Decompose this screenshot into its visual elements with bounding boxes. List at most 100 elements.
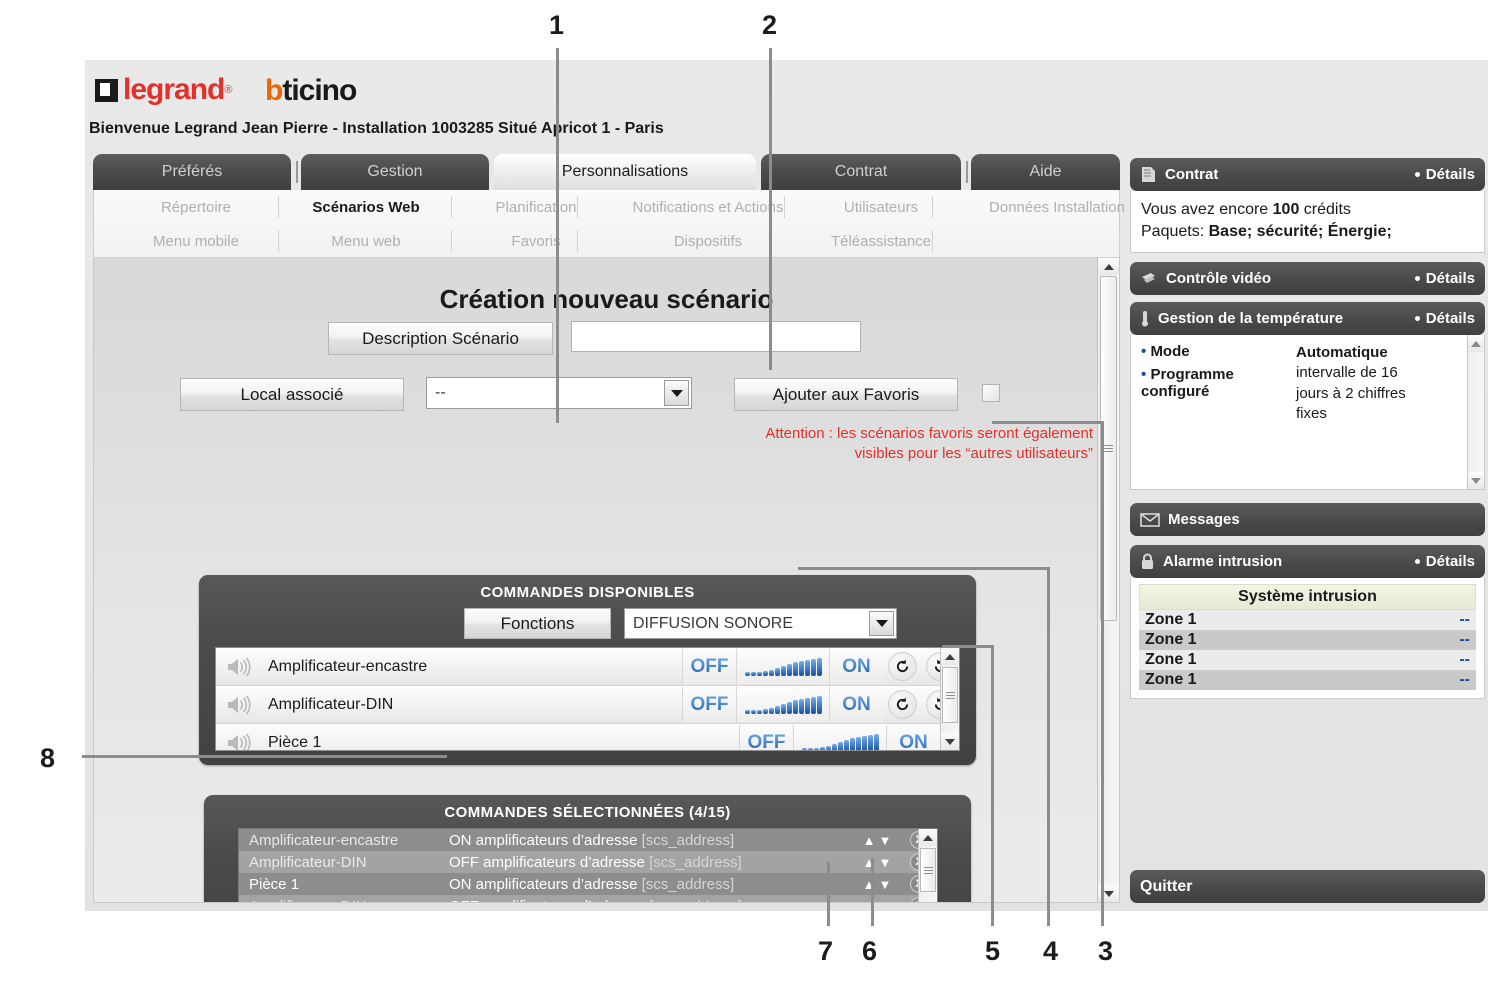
- available-command-row[interactable]: Pièce 1 OFF ON: [216, 724, 959, 751]
- quitter-button[interactable]: Quitter: [1130, 870, 1485, 903]
- temperature-details-link[interactable]: Détails: [1414, 310, 1475, 327]
- panel-body-temperature: • Mode • Programme configuré Automatique…: [1130, 335, 1485, 490]
- function-type-select[interactable]: DIFFUSION SONORE: [624, 608, 897, 639]
- tab-preferes[interactable]: Préférés: [93, 154, 291, 190]
- panel-body-alarme-intrusion: Système intrusion Zone 1 -- Zone 1 -- Zone…: [1130, 578, 1485, 699]
- subtab-teleassistance[interactable]: Téléassistance: [790, 224, 972, 258]
- tab-contrat[interactable]: Contrat: [761, 154, 961, 190]
- page-title: Création nouveau scénario: [439, 284, 774, 314]
- command-off-button[interactable]: OFF: [682, 687, 736, 722]
- command-name: Amplificateur-DIN: [268, 695, 394, 713]
- tab-aide[interactable]: Aide: [971, 154, 1120, 190]
- tab-gestion[interactable]: Gestion: [301, 154, 489, 190]
- selected-list-scrollbar[interactable]: [918, 829, 937, 902]
- legrand-wordmark: legrand: [123, 73, 225, 106]
- annotation-leader-4-h: [798, 567, 1050, 570]
- subtab-separator-1: [278, 196, 279, 218]
- favoris-checkbox[interactable]: [982, 384, 1000, 402]
- rotate-ccw-icon: [887, 652, 917, 681]
- credits-count: 100: [1272, 201, 1300, 218]
- zone-name: Zone 1: [1145, 651, 1197, 668]
- subtab-repertoire[interactable]: Répertoire: [116, 190, 276, 224]
- temperature-values: • Mode • Programme configuré Automatique…: [1141, 343, 1456, 422]
- credits-suffix: crédits: [1299, 201, 1351, 218]
- scroll-down-arrow-icon[interactable]: [1468, 472, 1484, 489]
- command-off-button[interactable]: OFF: [682, 649, 736, 684]
- selected-command-row[interactable]: Amplificateur-DIN OFF amplificateurs d’a…: [239, 851, 937, 873]
- panel-header-messages[interactable]: Messages: [1130, 503, 1485, 536]
- subtab-menu-mobile[interactable]: Menu mobile: [116, 224, 276, 258]
- reorder-arrows[interactable]: ▲▼: [853, 877, 901, 892]
- speaker-icon: [216, 687, 260, 722]
- available-command-row[interactable]: Amplificateur-encastre OFF ON: [216, 648, 959, 686]
- scroll-up-arrow-icon[interactable]: [919, 829, 937, 846]
- subtab-menu-web[interactable]: Menu web: [284, 224, 448, 258]
- command-name: Pièce 1: [268, 733, 322, 751]
- scroll-up-arrow-icon[interactable]: [1098, 258, 1119, 275]
- selected-device-name: Amplificateur-encastre: [249, 831, 399, 849]
- description-scenario-input[interactable]: [571, 321, 861, 352]
- reorder-arrows[interactable]: ▲▼: [853, 899, 901, 903]
- rotate-prev-button[interactable]: [883, 687, 921, 722]
- command-off-button[interactable]: OFF: [739, 725, 793, 750]
- function-type-chevron-down-icon[interactable]: [869, 611, 894, 636]
- main-tab-bar: Préférés Gestion Personnalisations Contr…: [93, 154, 1120, 190]
- annotation-leader-1: [556, 48, 559, 423]
- subtab-separator-6: [278, 230, 279, 252]
- volume-slider[interactable]: [736, 687, 829, 722]
- panel-header-contrat[interactable]: Contrat Détails: [1130, 158, 1485, 191]
- available-command-row[interactable]: Amplificateur-DIN OFF ON: [216, 686, 959, 724]
- annotation-leader-8: [82, 755, 447, 758]
- selected-command-row[interactable]: Pièce 1 ON amplificateurs d’adresse [scs…: [239, 873, 937, 895]
- ajouter-aux-favoris-button[interactable]: Ajouter aux Favoris: [734, 378, 958, 411]
- subtab-separator-5: [932, 196, 933, 218]
- zone-name: Zone 1: [1145, 671, 1197, 688]
- panel-header-controle-video[interactable]: Contrôle vidéo Détails: [1130, 262, 1485, 295]
- selected-command-row[interactable]: Amplificateur-DIN OFF amplificateurs d’a…: [239, 895, 937, 903]
- video-details-link[interactable]: Détails: [1414, 270, 1475, 287]
- selected-device-name: Amplificateur-DIN: [249, 853, 367, 871]
- camera-icon: [1140, 271, 1158, 286]
- scrollbar-thumb[interactable]: [920, 848, 936, 892]
- scroll-up-arrow-icon[interactable]: [1468, 335, 1484, 352]
- scroll-down-arrow-icon[interactable]: [941, 733, 959, 750]
- subtab-separator-9: [932, 230, 933, 252]
- contrat-details-link[interactable]: Détails: [1414, 166, 1475, 183]
- document-icon: [1140, 166, 1157, 183]
- rotate-prev-button[interactable]: [883, 649, 921, 684]
- tab-personnalisations[interactable]: Personnalisations: [494, 154, 756, 190]
- scroll-up-arrow-icon[interactable]: [941, 648, 959, 665]
- panel-header-temperature[interactable]: Gestion de la température Détails: [1130, 302, 1485, 335]
- selected-address: [scs_address]: [649, 898, 742, 903]
- packages-prefix: Paquets:: [1141, 222, 1209, 240]
- reorder-arrows[interactable]: ▲▼: [853, 855, 901, 870]
- command-on-button[interactable]: ON: [886, 725, 940, 750]
- scrollbar-thumb[interactable]: [942, 667, 958, 723]
- temperature-scrollbar[interactable]: [1467, 335, 1484, 489]
- annotation-number-3: 3: [1098, 936, 1114, 966]
- local-associe-value: --: [435, 384, 446, 401]
- rotate-ccw-icon: [887, 690, 917, 719]
- zone-name: Zone 1: [1145, 611, 1197, 628]
- volume-slider[interactable]: [736, 649, 829, 684]
- annotation-number-1: 1: [549, 10, 565, 40]
- temperature-mode-value: Automatique: [1296, 344, 1388, 361]
- reorder-arrows[interactable]: ▲▼: [853, 833, 901, 848]
- bticino-logo: bticino: [265, 74, 357, 107]
- speaker-icon: [216, 725, 260, 750]
- selected-command-row[interactable]: Amplificateur-encastre ON amplificateurs…: [239, 829, 937, 851]
- move-down-icon: ▼: [878, 832, 892, 848]
- local-associe-chevron-down-icon[interactable]: [664, 380, 689, 406]
- subtab-scenarios-web[interactable]: Scénarios Web: [284, 190, 448, 224]
- alarme-details-link[interactable]: Détails: [1414, 553, 1475, 570]
- bticino-b-letter: b: [265, 74, 283, 107]
- available-list-scrollbar[interactable]: [940, 648, 959, 750]
- subtab-separator-3: [577, 196, 578, 218]
- panel-header-alarme-intrusion[interactable]: Alarme intrusion Détails: [1130, 545, 1485, 578]
- local-associe-select[interactable]: --: [426, 377, 692, 409]
- command-on-button[interactable]: ON: [829, 649, 883, 684]
- fonctions-label: Fonctions: [464, 608, 611, 639]
- temperature-program-label: • Programme configuré: [1141, 366, 1234, 400]
- command-on-button[interactable]: ON: [829, 687, 883, 722]
- volume-slider[interactable]: [793, 725, 886, 750]
